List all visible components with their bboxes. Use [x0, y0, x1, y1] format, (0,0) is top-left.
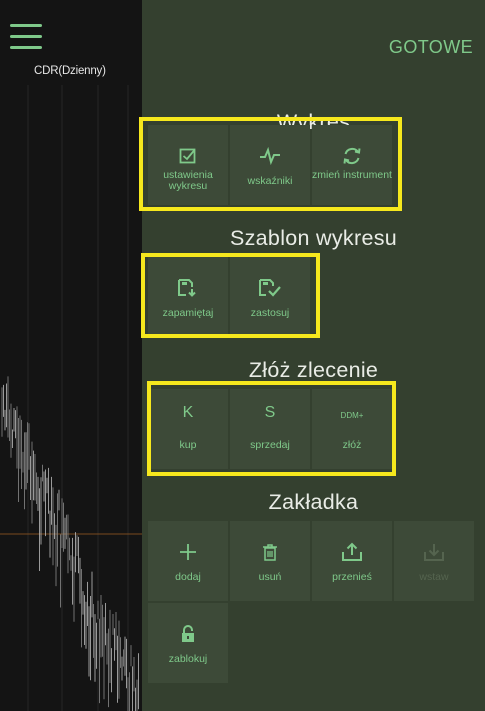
- sell-label: sprzedaj: [250, 439, 290, 451]
- sell-symbol: S: [264, 404, 276, 421]
- change-instrument-label: zmień instrument: [312, 169, 392, 181]
- refresh-cycle-icon: [312, 145, 392, 167]
- padlock-icon: [148, 623, 228, 645]
- apply-template-button[interactable]: zastosuj: [230, 257, 310, 337]
- chart-settings-button[interactable]: ustawienia wykresu: [148, 125, 228, 205]
- insert-tab-button[interactable]: wstaw: [394, 521, 474, 601]
- add-tab-button[interactable]: dodaj: [148, 521, 228, 601]
- ddm-order-button[interactable]: DDM+ złóż: [312, 389, 392, 469]
- download-tray-icon: [394, 541, 474, 563]
- buy-label: kup: [179, 439, 197, 451]
- insert-tab-label: wstaw: [419, 571, 449, 583]
- save-floppy-icon: [148, 277, 228, 299]
- pulse-line-icon: [230, 145, 310, 167]
- section-title-tab: Zakładka: [268, 490, 359, 514]
- buy-symbol: K: [182, 404, 194, 421]
- upload-tray-icon: [312, 541, 392, 563]
- checkbox-edit-icon: [148, 145, 228, 167]
- chart-settings-label: ustawienia wykresu: [163, 169, 213, 192]
- move-tab-label: przenieś: [332, 571, 372, 583]
- section-title-chart-template: Szablon wykresu: [229, 226, 398, 250]
- ddm-order-label: złóż: [342, 439, 362, 451]
- price-chart: [0, 85, 142, 711]
- apply-template-label: zastosuj: [250, 307, 290, 319]
- sell-button[interactable]: S sprzedaj: [230, 389, 310, 469]
- save-template-button[interactable]: zapamiętaj: [148, 257, 228, 337]
- chart-area[interactable]: CDR(Dzienny): [0, 0, 142, 711]
- chart-options-panel: GOTOWE Wykres ustawienia wykresu wskaźni…: [139, 0, 485, 711]
- ddm-symbol: DDM+: [340, 411, 364, 420]
- delete-tab-button[interactable]: usuń: [230, 521, 310, 601]
- buy-button[interactable]: K kup: [148, 389, 228, 469]
- move-tab-button[interactable]: przenieś: [312, 521, 392, 601]
- trash-icon: [230, 541, 310, 563]
- chart-symbol-label: CDR(Dzienny): [34, 65, 106, 77]
- lock-tab-button[interactable]: zablokuj: [148, 603, 228, 683]
- lock-tab-label: zablokuj: [168, 653, 208, 665]
- add-tab-label: dodaj: [175, 571, 201, 583]
- plus-icon: [148, 541, 228, 563]
- hamburger-menu-icon[interactable]: [10, 24, 42, 50]
- save-template-label: zapamiętaj: [162, 307, 214, 319]
- indicators-button[interactable]: wskaźniki: [230, 125, 310, 205]
- change-instrument-button[interactable]: zmień instrument: [312, 125, 392, 205]
- section-title-place-order: Złóż zlecenie: [248, 358, 379, 382]
- delete-tab-label: usuń: [258, 571, 282, 583]
- indicators-label: wskaźniki: [247, 175, 293, 187]
- apply-floppy-icon: [230, 277, 310, 299]
- done-button[interactable]: GOTOWE: [389, 37, 473, 58]
